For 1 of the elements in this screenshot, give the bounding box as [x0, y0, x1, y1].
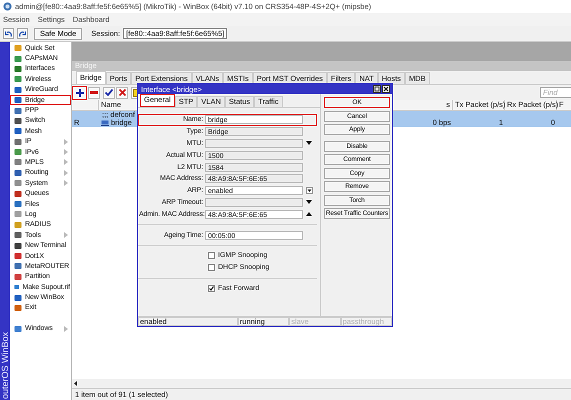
product-name-label: outerOS WinBox [0, 332, 10, 399]
